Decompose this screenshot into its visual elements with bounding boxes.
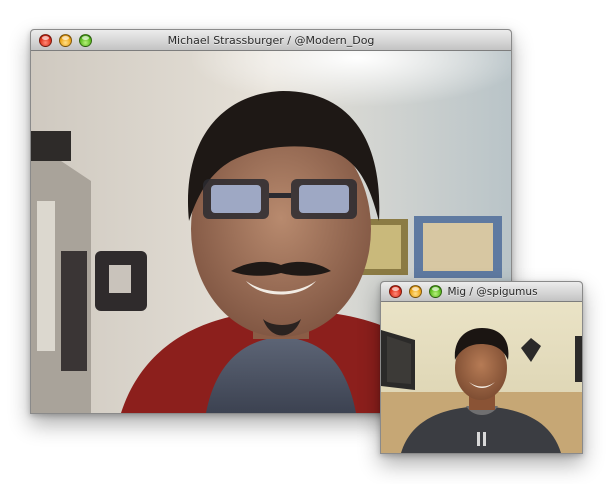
local-video-image: [381, 302, 582, 453]
desktop: Michael Strassburger / @Modern_Dog Mig /…: [0, 0, 612, 484]
main-window-title: Michael Strassburger / @Modern_Dog: [167, 34, 375, 47]
main-window-titlebar[interactable]: Michael Strassburger / @Modern_Dog: [31, 30, 511, 51]
pip-video-window[interactable]: Mig / @spigumus: [380, 281, 583, 454]
pip-window-titlebar[interactable]: Mig / @spigumus: [381, 282, 582, 302]
local-video-feed: [381, 302, 582, 453]
pip-window-title: Mig / @spigumus: [447, 286, 538, 298]
